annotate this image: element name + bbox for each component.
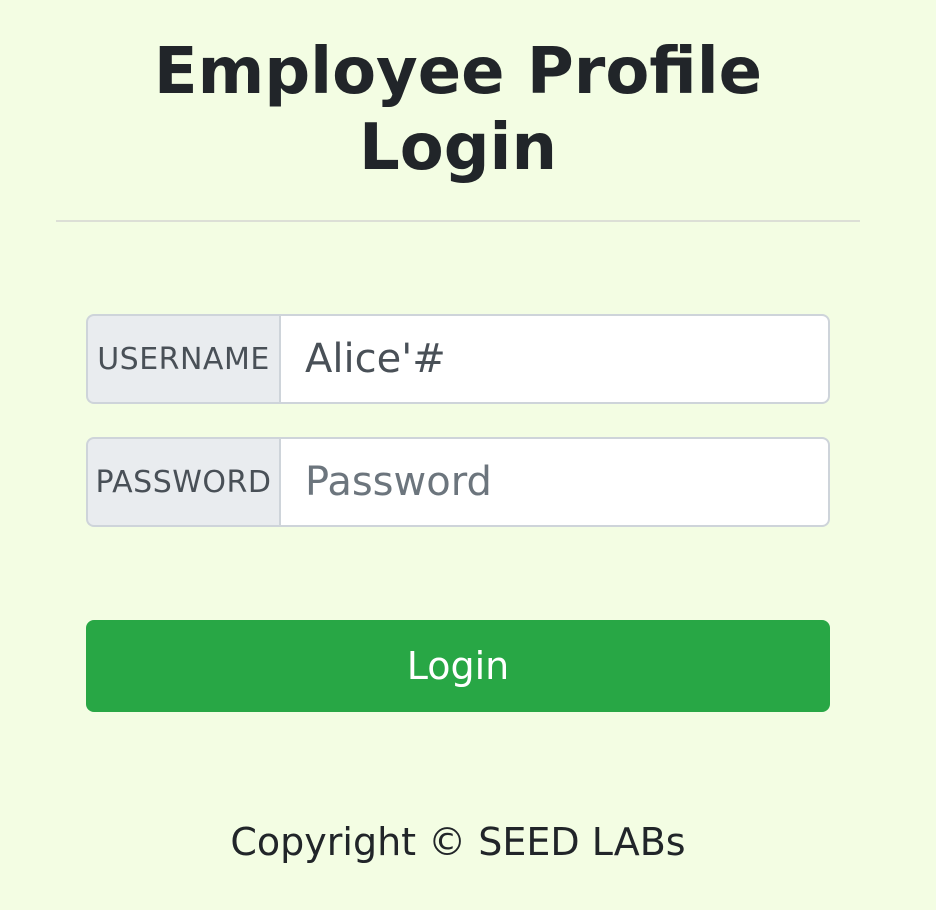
password-group: PASSWORD <box>86 437 830 527</box>
password-label: PASSWORD <box>86 437 279 527</box>
copyright-text: Copyright © SEED LABs <box>230 820 686 864</box>
login-button[interactable]: Login <box>86 620 830 712</box>
page-title: Employee Profile Login <box>0 34 916 186</box>
password-input[interactable] <box>279 437 830 527</box>
username-label: USERNAME <box>86 314 279 404</box>
page-title-line1: Employee Profile <box>153 35 763 109</box>
page-title-line2: Login <box>358 111 558 185</box>
login-page: Employee Profile Login USERNAME PASSWORD… <box>0 0 936 910</box>
title-divider <box>56 220 860 222</box>
username-group: USERNAME <box>86 314 830 404</box>
username-input[interactable] <box>279 314 830 404</box>
